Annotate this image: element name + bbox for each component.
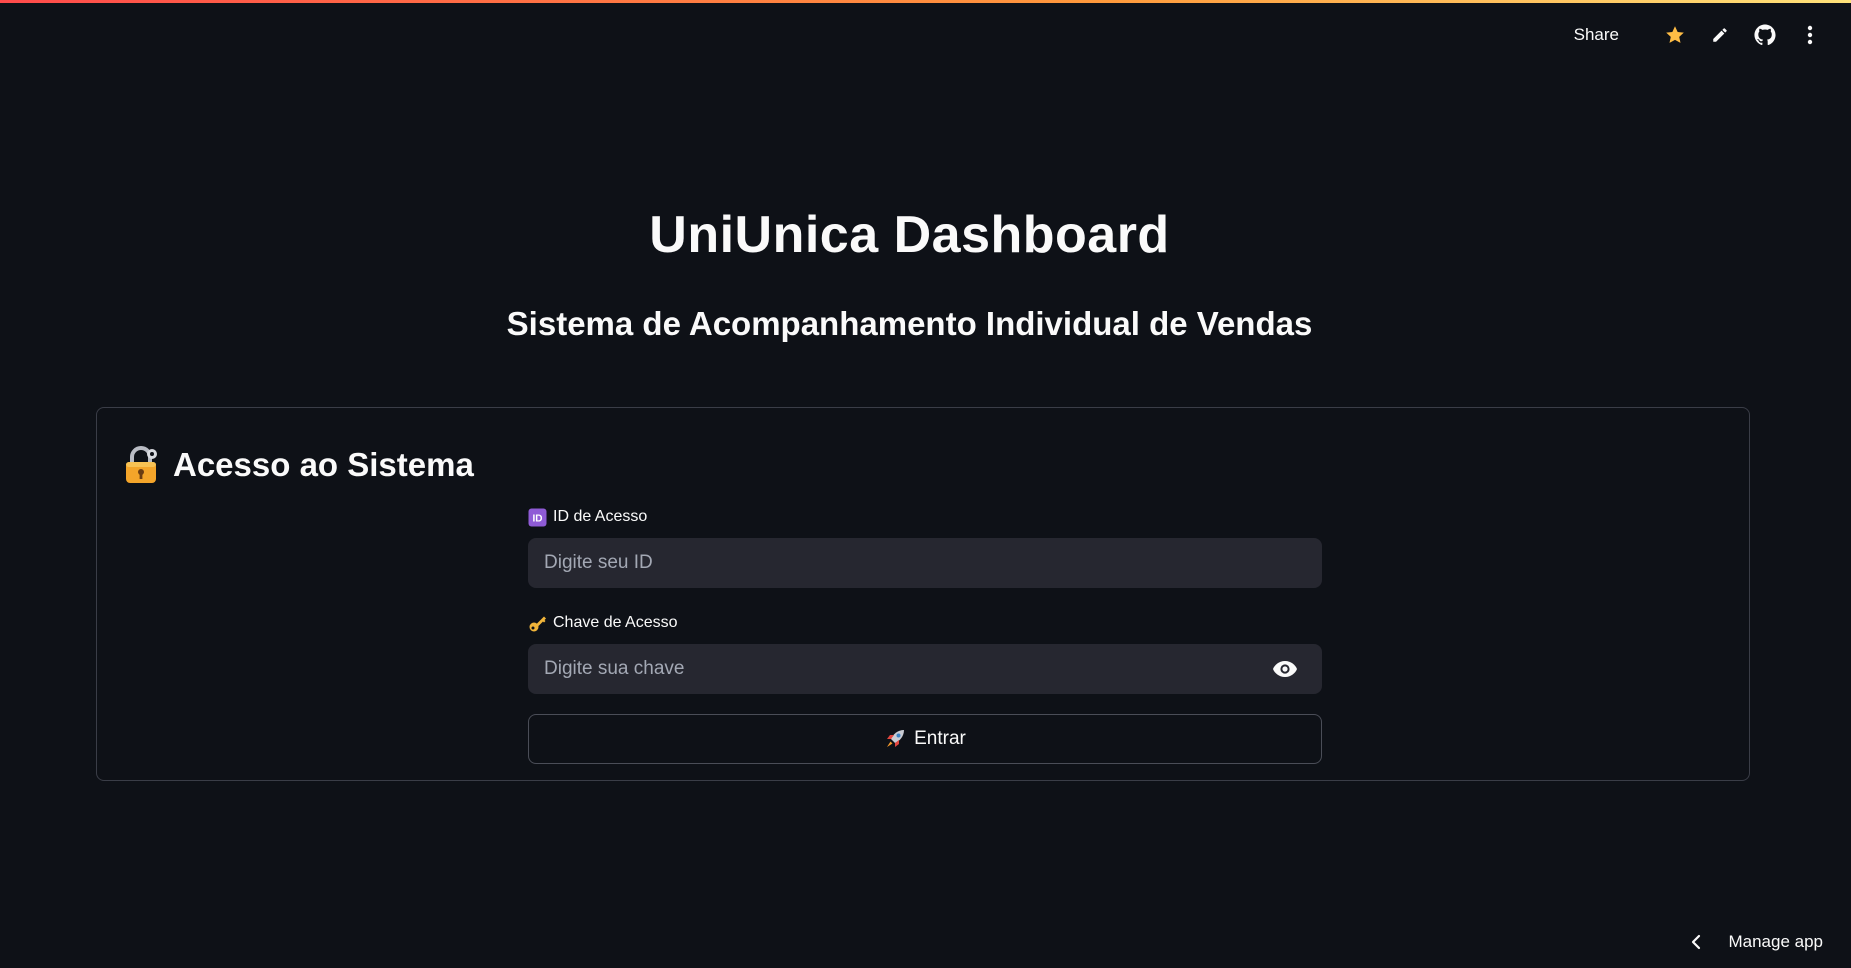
key-input[interactable]: [528, 644, 1322, 694]
enter-button[interactable]: Entrar: [528, 714, 1322, 764]
login-heading: Acesso ao Sistema: [123, 446, 474, 484]
key-field-label-text: Chave de Acesso: [553, 614, 678, 631]
star-icon[interactable]: [1662, 22, 1688, 48]
enter-button-label: Entrar: [914, 728, 966, 749]
svg-text:ID: ID: [533, 513, 543, 524]
manage-app-label: Manage app: [1728, 932, 1823, 951]
locked-with-key-icon: [123, 446, 159, 484]
id-input[interactable]: [528, 538, 1322, 588]
share-button[interactable]: Share: [1574, 25, 1619, 45]
id-field-label: ID ID de Acesso: [528, 506, 1322, 528]
manage-app-button[interactable]: Manage app: [1688, 932, 1823, 952]
key-icon: [528, 614, 547, 633]
more-vertical-icon[interactable]: [1797, 22, 1823, 48]
show-password-eye-icon[interactable]: [1272, 657, 1298, 681]
login-card: Acesso ao Sistema ID ID de Acesso Digite…: [96, 407, 1750, 781]
id-input-wrapper: [528, 538, 1322, 588]
github-icon[interactable]: [1752, 22, 1778, 48]
page-title: UniUnica Dashboard: [649, 206, 1170, 264]
app-toolbar: Share: [1574, 22, 1823, 48]
key-field-label: Chave de Acesso: [528, 612, 1322, 634]
login-heading-text: Acesso ao Sistema: [173, 446, 474, 483]
pencil-icon[interactable]: [1707, 22, 1733, 48]
page-subtitle: Sistema de Acompanhamento Individual de …: [506, 305, 1313, 342]
rocket-icon: [884, 728, 906, 750]
id-badge-icon: ID: [528, 508, 547, 527]
top-decoration-bar: [0, 0, 1851, 3]
chevron-left-icon: [1688, 934, 1704, 950]
key-input-wrapper: [528, 644, 1322, 694]
login-form: ID ID de Acesso Chave de Acesso: [528, 506, 1322, 764]
id-field-label-text: ID de Acesso: [553, 508, 648, 525]
